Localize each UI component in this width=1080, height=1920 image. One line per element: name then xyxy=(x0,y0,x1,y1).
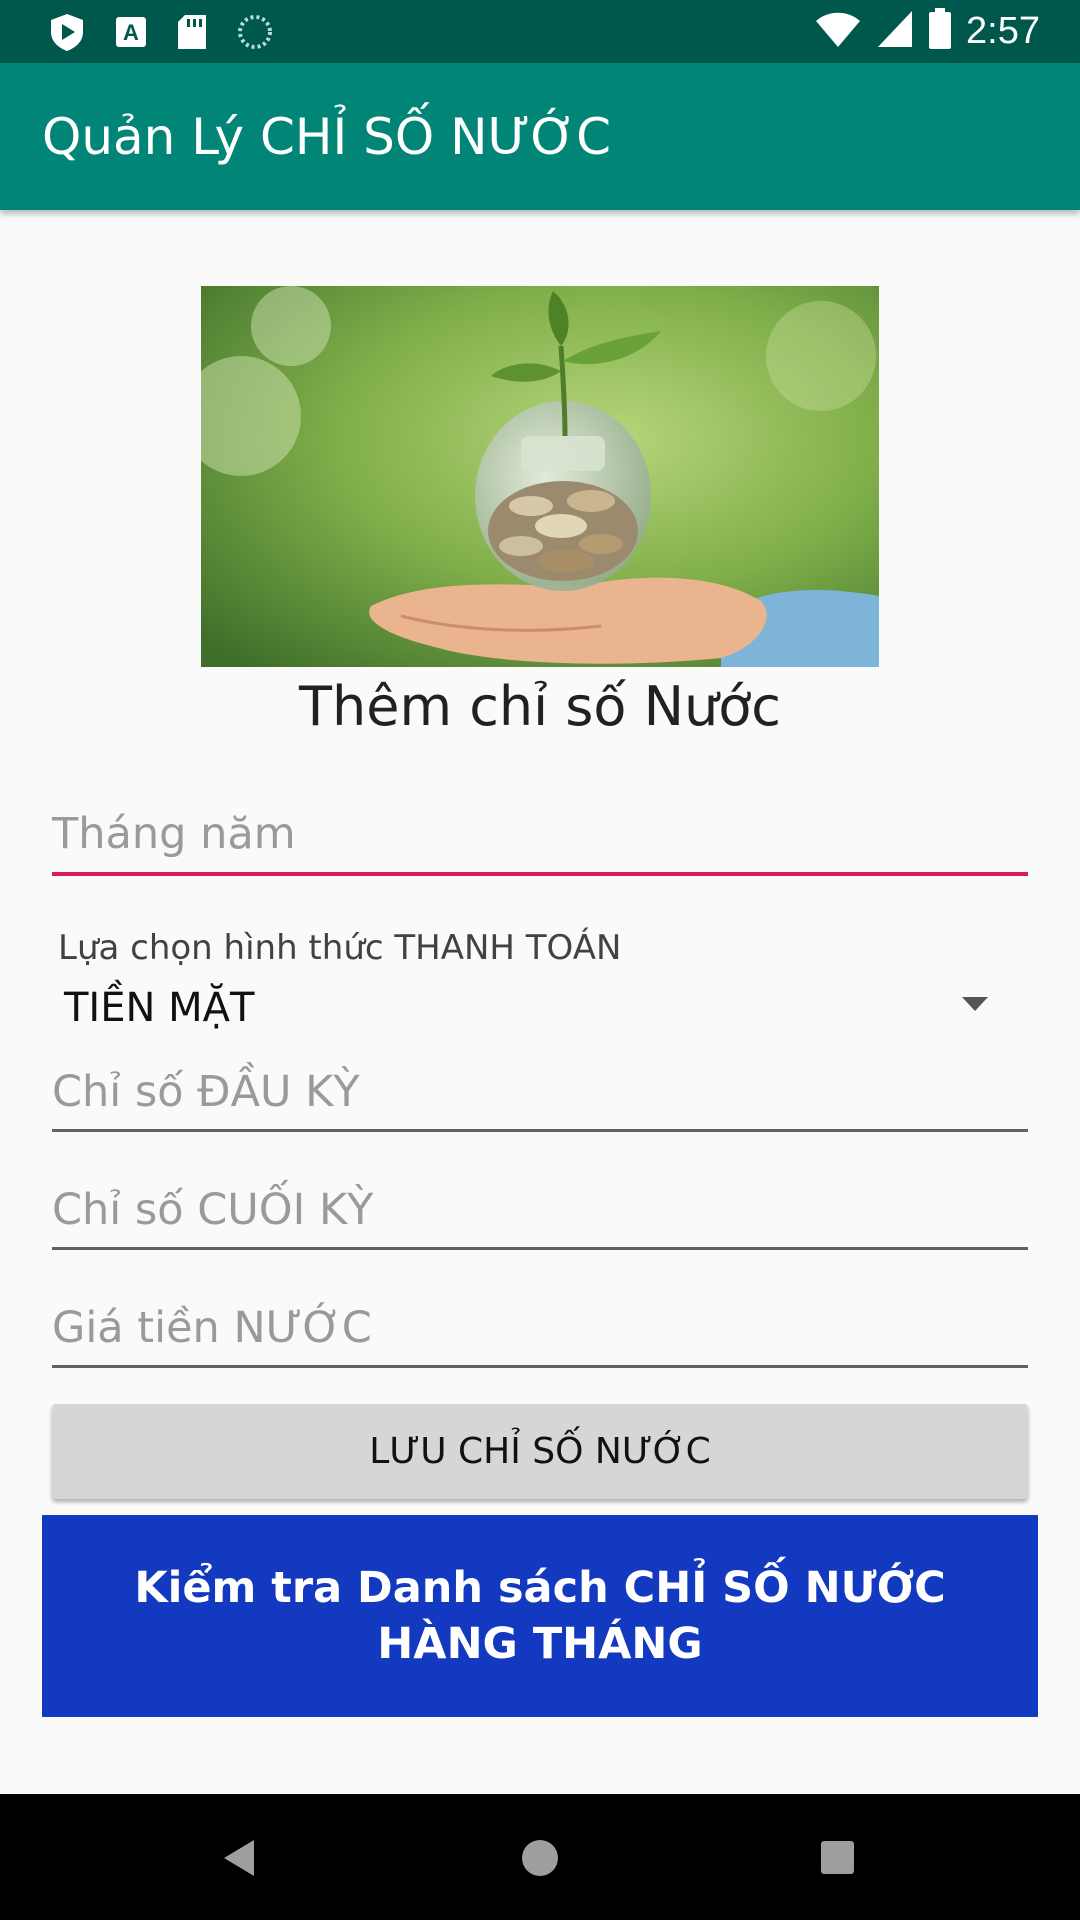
month-year-input[interactable]: Tháng năm xyxy=(52,805,1028,877)
start-index-placeholder: Chỉ số ĐẦU KỲ xyxy=(52,1067,360,1117)
status-bar: A 2:57 xyxy=(0,0,1080,63)
app-title: Quản Lý CHỈ SỐ NƯỚC xyxy=(42,108,612,166)
payment-caption: Lựa chọn hình thức THANH TOÁN xyxy=(58,928,622,968)
month-year-placeholder: Tháng năm xyxy=(52,809,296,859)
battery-icon xyxy=(928,8,952,55)
wifi-icon xyxy=(814,9,862,54)
play-protect-icon xyxy=(48,12,86,57)
back-icon[interactable] xyxy=(224,1840,254,1876)
month-year-underline xyxy=(52,872,1028,876)
home-icon[interactable] xyxy=(522,1840,558,1876)
svg-text:A: A xyxy=(123,20,139,45)
clock: 2:57 xyxy=(966,10,1040,52)
hero-image xyxy=(201,286,879,667)
end-index-underline xyxy=(52,1247,1028,1250)
payment-spinner[interactable]: TIỀN MẶT xyxy=(52,975,1028,1047)
end-index-placeholder: Chỉ số CUỐI KỲ xyxy=(52,1185,374,1235)
form-heading: Thêm chỉ số Nước xyxy=(299,675,781,738)
loading-icon xyxy=(236,13,274,56)
sd-card-icon xyxy=(176,13,208,56)
navigation-bar xyxy=(0,1794,1080,1920)
price-input[interactable]: Giá tiền NƯỚC xyxy=(52,1299,1028,1369)
end-index-input[interactable]: Chỉ số CUỐI KỲ xyxy=(52,1181,1028,1251)
font-a-icon: A xyxy=(114,15,148,54)
app-bar: Quản Lý CHỈ SỐ NƯỚC xyxy=(0,63,1080,210)
payment-selected: TIỀN MẶT xyxy=(64,985,255,1031)
recent-apps-icon[interactable] xyxy=(821,1841,854,1874)
price-underline xyxy=(52,1365,1028,1368)
signal-icon xyxy=(876,9,914,54)
save-button[interactable]: LƯU CHỈ SỐ NƯỚC xyxy=(52,1404,1028,1499)
start-index-underline xyxy=(52,1129,1028,1132)
price-placeholder: Giá tiền NƯỚC xyxy=(52,1303,372,1353)
start-index-input[interactable]: Chỉ số ĐẦU KỲ xyxy=(52,1063,1028,1133)
dropdown-arrow-icon xyxy=(962,997,988,1011)
view-list-button[interactable]: Kiểm tra Danh sách CHỈ SỐ NƯỚC HÀNG THÁN… xyxy=(42,1515,1038,1717)
